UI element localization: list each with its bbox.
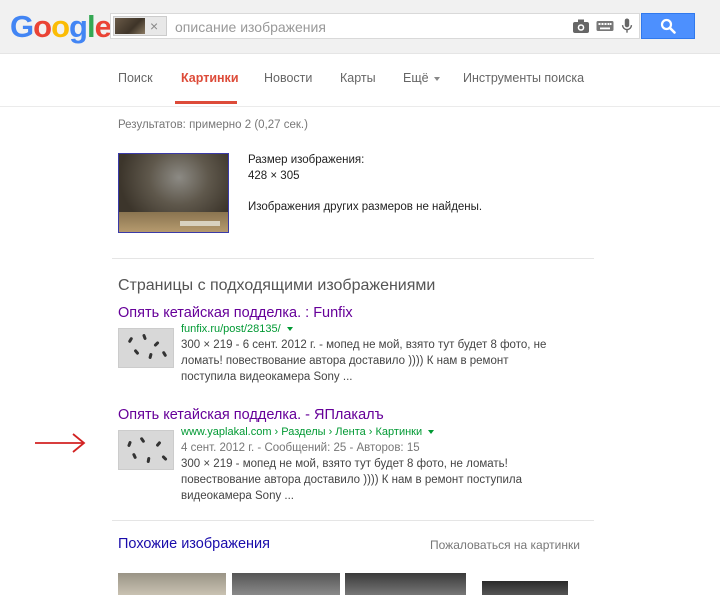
tab-news[interactable]: Новости bbox=[264, 71, 312, 85]
tab-search[interactable]: Поиск bbox=[118, 71, 153, 85]
no-other-sizes-text: Изображения других размеров не найдены. bbox=[248, 201, 483, 213]
search-icon bbox=[660, 18, 676, 34]
image-size-value: 428 × 305 bbox=[248, 170, 300, 182]
result-stats: Результатов: примерно 2 (0,27 сек.) bbox=[118, 119, 308, 131]
query-image-chip[interactable]: × bbox=[113, 16, 167, 36]
result-thumbnail-2[interactable] bbox=[118, 430, 174, 470]
logo-letter: o bbox=[51, 9, 70, 44]
result-snippet-line: 300 × 219 - 6 сент. 2012 г. - мопед не м… bbox=[181, 339, 547, 351]
watermark bbox=[180, 221, 220, 226]
image-size-label: Размер изображения: bbox=[248, 154, 365, 166]
chevron-down-icon bbox=[433, 76, 440, 81]
tab-more[interactable]: Ещё bbox=[403, 71, 440, 85]
result-url-2[interactable]: www.yaplakal.com › Разделы › Лента › Кар… bbox=[181, 426, 435, 438]
result-title-2[interactable]: Опять кетайская подделка. - ЯПлакалъ bbox=[118, 407, 384, 423]
tab-search-tools[interactable]: Инструменты поиска bbox=[463, 71, 584, 85]
microphone-icon[interactable] bbox=[620, 18, 634, 34]
result-snippet-line: 300 × 219 - мопед не мой, взято тут буде… bbox=[181, 458, 508, 470]
section-divider bbox=[112, 258, 594, 259]
chevron-down-icon[interactable] bbox=[286, 327, 293, 332]
report-images-link[interactable]: Пожаловаться на картинки bbox=[430, 538, 580, 552]
similar-images-title[interactable]: Похожие изображения bbox=[118, 536, 270, 552]
logo-letter: e bbox=[94, 9, 112, 44]
result-url-text: www.yaplakal.com › Разделы › Лента › Кар… bbox=[181, 426, 423, 438]
logo-letter: l bbox=[86, 9, 96, 44]
result-snippet-line: повествование автора доставило )))) К на… bbox=[181, 474, 523, 486]
result-thumbnail-1[interactable] bbox=[118, 328, 174, 368]
chip-close-icon[interactable]: × bbox=[150, 17, 158, 35]
google-logo[interactable]: Google bbox=[10, 9, 112, 45]
logo-letter: g bbox=[69, 9, 88, 44]
section-divider bbox=[112, 520, 594, 521]
result-snippet-line: поступила видеокамера Sony ... bbox=[181, 371, 353, 383]
keyboard-icon[interactable] bbox=[596, 18, 614, 34]
result-title-1[interactable]: Опять кетайская подделка. : Funfix bbox=[118, 305, 353, 321]
tab-more-label: Ещё bbox=[403, 71, 429, 85]
similar-image-thumbnail[interactable] bbox=[118, 573, 226, 595]
similar-image-thumbnail[interactable] bbox=[345, 573, 466, 595]
query-image-thumbnail bbox=[115, 18, 145, 34]
active-tab-indicator bbox=[175, 101, 237, 104]
search-button[interactable] bbox=[641, 13, 695, 39]
logo-letter: G bbox=[10, 9, 34, 44]
search-box: × bbox=[110, 13, 640, 39]
result-snippet-line: ломать! повествование автора доставило )… bbox=[181, 355, 509, 367]
query-image-preview[interactable] bbox=[118, 153, 229, 233]
result-meta-2: 4 сент. 2012 г. - Сообщений: 25 - Авторо… bbox=[181, 442, 420, 454]
tab-images[interactable]: Картинки bbox=[181, 71, 239, 85]
search-input[interactable] bbox=[173, 15, 567, 39]
red-arrow-icon bbox=[35, 433, 86, 453]
tab-maps[interactable]: Карты bbox=[340, 71, 376, 85]
result-url-text: funfix.ru/post/28135/ bbox=[181, 323, 281, 335]
pages-section-title: Страницы с подходящими изображениями bbox=[118, 277, 436, 294]
logo-letter: o bbox=[33, 9, 52, 44]
similar-image-thumbnail[interactable] bbox=[232, 573, 340, 595]
top-header: Google × bbox=[0, 0, 720, 54]
result-url-1[interactable]: funfix.ru/post/28135/ bbox=[181, 323, 293, 335]
similar-image-thumbnail[interactable] bbox=[482, 581, 568, 595]
camera-icon[interactable] bbox=[572, 18, 590, 34]
search-nav: Поиск Картинки Новости Карты Ещё Инструм… bbox=[0, 54, 720, 107]
chevron-down-icon[interactable] bbox=[428, 430, 435, 435]
result-snippet-line: видеокамера Sony ... bbox=[181, 490, 294, 502]
